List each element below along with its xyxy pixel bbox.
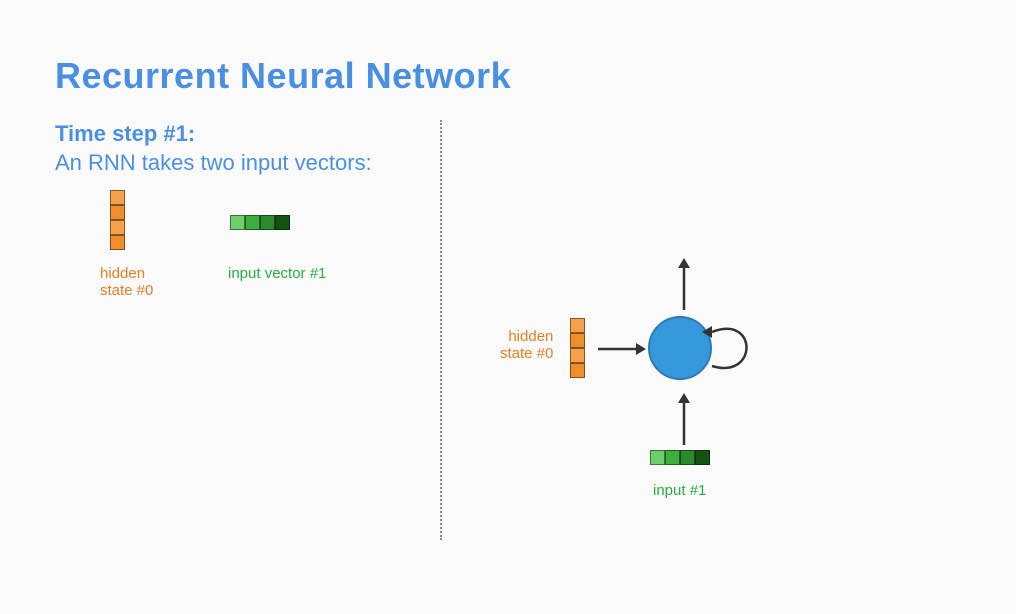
input-vector-left: [230, 215, 290, 230]
vector-cell: [570, 318, 585, 333]
vector-cell: [665, 450, 680, 465]
subtitle-block: Time step #1: An RNN takes two input vec…: [55, 120, 372, 177]
diagram-title: Recurrent Neural Network: [55, 55, 511, 97]
hidden-label-line2-r: state #0: [500, 345, 553, 362]
arrow-output-up: [675, 258, 693, 315]
arrow-input-to-node: [675, 393, 693, 450]
vector-cell: [110, 235, 125, 250]
hidden-label-line1: hidden: [100, 265, 145, 282]
vector-cell: [110, 205, 125, 220]
input-vector-right: [650, 450, 710, 465]
vector-cell: [110, 220, 125, 235]
subtitle-text: An RNN takes two input vectors:: [55, 149, 372, 178]
vector-cell: [570, 333, 585, 348]
vector-cell: [110, 190, 125, 205]
vector-cell: [230, 215, 245, 230]
vector-cell: [260, 215, 275, 230]
vector-cell: [650, 450, 665, 465]
hidden-state-label-left: hidden state #0: [100, 265, 153, 300]
input-vector-label-right: input #1: [653, 482, 706, 499]
input-vector-label-left: input vector #1: [228, 265, 326, 282]
timestep-label: Time step #1:: [55, 120, 372, 149]
vector-cell: [275, 215, 290, 230]
self-loop-arrow: [700, 320, 770, 387]
hidden-state-vector-right: [570, 318, 585, 378]
hidden-label-line1-r: hidden: [508, 328, 553, 345]
vector-cell: [570, 363, 585, 378]
hidden-state-label-right: hidden state #0: [500, 328, 553, 363]
vertical-divider: [440, 120, 442, 540]
vector-cell: [680, 450, 695, 465]
vector-cell: [245, 215, 260, 230]
hidden-state-vector-left: [110, 190, 125, 250]
vector-cell: [695, 450, 710, 465]
hidden-label-line2: state #0: [100, 282, 153, 299]
arrow-hidden-to-node: [598, 340, 646, 363]
vector-cell: [570, 348, 585, 363]
